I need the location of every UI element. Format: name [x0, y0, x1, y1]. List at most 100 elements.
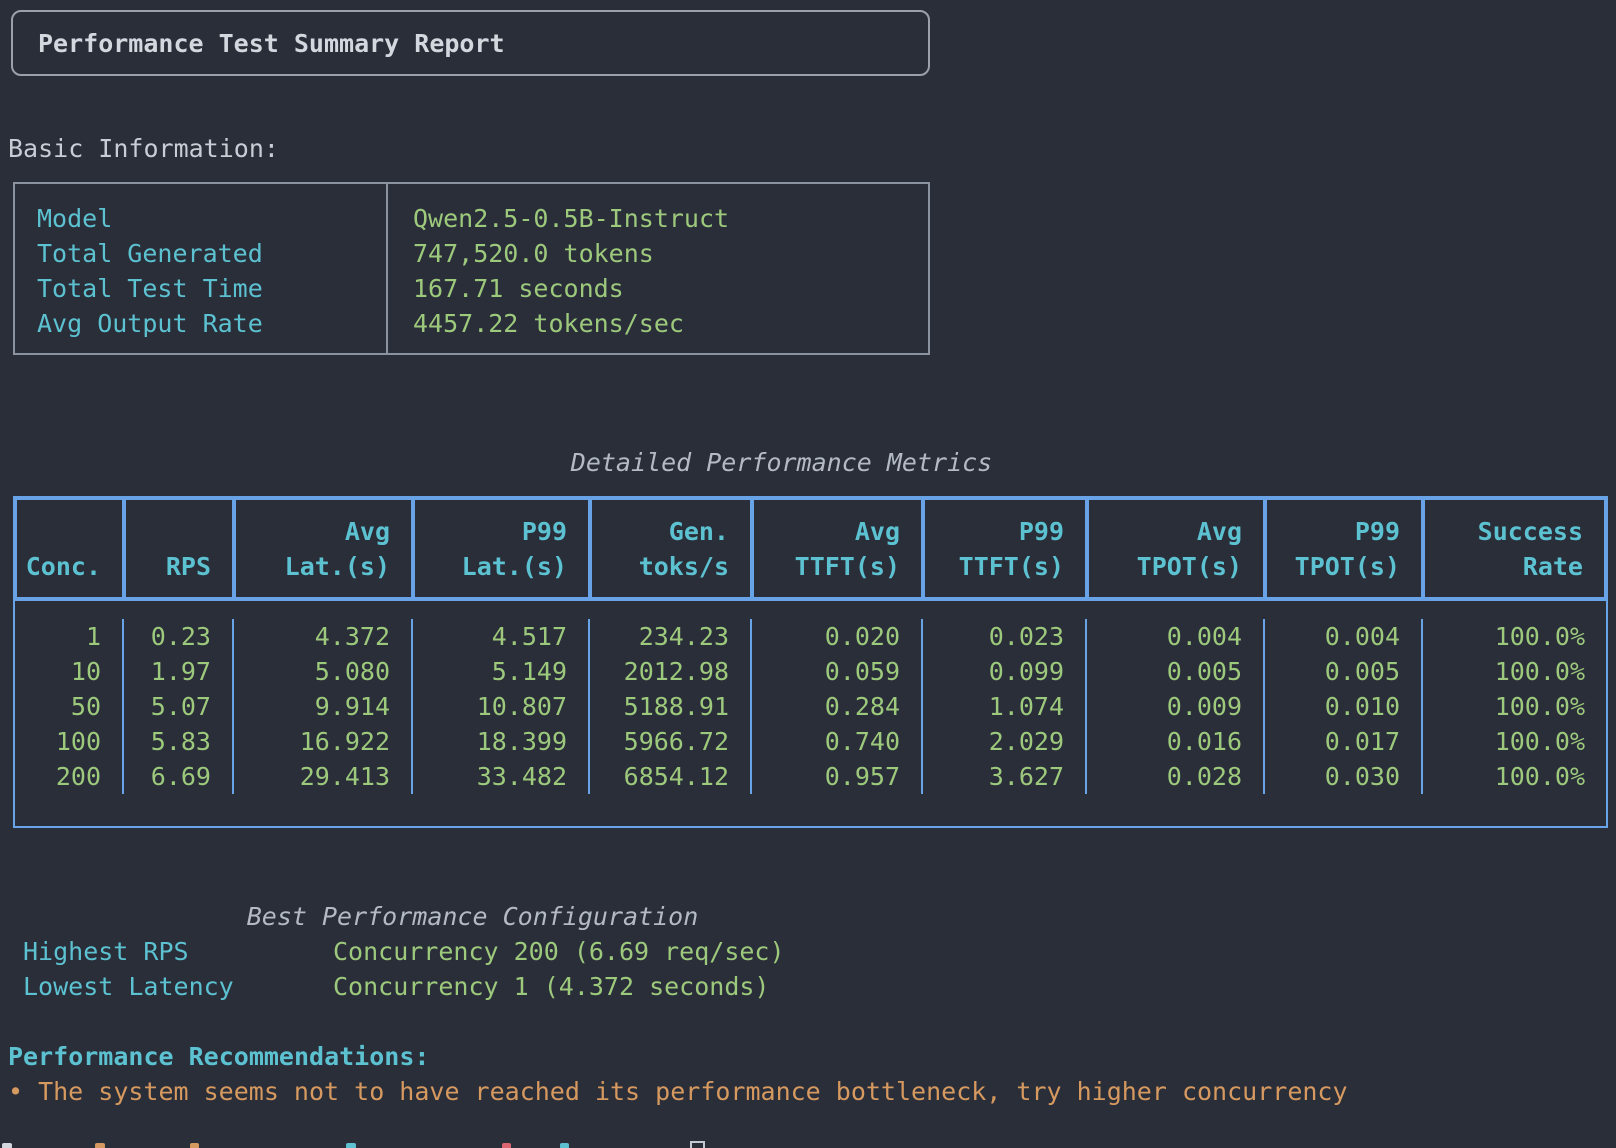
- metrics-table-body: 10.234.3724.517234.230.0200.0230.0040.00…: [13, 601, 1608, 828]
- metrics-cell: 1.97: [124, 654, 234, 689]
- table-row: 101.975.0805.1492012.980.0590.0990.0050.…: [15, 654, 1606, 689]
- metrics-cell: 0.017: [1265, 724, 1423, 759]
- metrics-cell: 5.83: [124, 724, 234, 759]
- basic-info-value: 747,520.0 tokens: [413, 236, 928, 271]
- metrics-cell: 100.0%: [1423, 619, 1606, 654]
- clipped-terminal-line: [0, 1140, 1616, 1148]
- recommendations-list: • The system seems not to have reached it…: [8, 1074, 1348, 1109]
- best-config-value: Concurrency 1 (4.372 seconds): [333, 969, 770, 1004]
- basic-info-table: ModelTotal GeneratedTotal Test TimeAvg O…: [13, 182, 930, 355]
- metrics-cell: 16.922: [234, 724, 413, 759]
- metrics-cell: 5188.91: [590, 689, 752, 724]
- best-config-table: Highest RPSConcurrency 200 (6.69 req/sec…: [0, 934, 1100, 1004]
- metrics-cell: 18.399: [413, 724, 590, 759]
- terminal-screen: Performance Test Summary Report Basic In…: [0, 0, 1616, 1148]
- recommendation-item: • The system seems not to have reached it…: [8, 1074, 1348, 1109]
- metrics-cell: 0.004: [1265, 619, 1423, 654]
- metrics-header-cell: Avg TPOT(s): [1089, 500, 1267, 597]
- metrics-cell: 234.23: [590, 619, 752, 654]
- metrics-cell: 1.074: [923, 689, 1087, 724]
- metrics-header-cell: P99 Lat.(s): [415, 500, 592, 597]
- report-title-box: Performance Test Summary Report: [11, 10, 930, 76]
- metrics-cell: 4.517: [413, 619, 590, 654]
- metrics-cell: 100.0%: [1423, 689, 1606, 724]
- metrics-header-label: Avg TPOT(s): [1137, 514, 1242, 584]
- metrics-header-cell: Gen. toks/s: [592, 500, 754, 597]
- table-row: 505.079.91410.8075188.910.2841.0740.0090…: [15, 689, 1606, 724]
- metrics-header-label: Success Rate: [1478, 514, 1583, 584]
- metrics-cell: 9.914: [234, 689, 413, 724]
- basic-info-value: Qwen2.5-0.5B-Instruct: [413, 201, 928, 236]
- clipped-text-fragment: [95, 1143, 105, 1148]
- metrics-cell: 0.099: [923, 654, 1087, 689]
- metrics-header-cell: Conc.: [17, 500, 126, 597]
- basic-info-value: 4457.22 tokens/sec: [413, 306, 928, 341]
- metrics-header-cell: Success Rate: [1425, 500, 1604, 597]
- metrics-cell: 0.005: [1087, 654, 1265, 689]
- metrics-header-label: Gen. toks/s: [639, 514, 729, 584]
- clipped-text-fragment: [502, 1143, 511, 1148]
- metrics-cell: 100.0%: [1423, 724, 1606, 759]
- metrics-cell: 2012.98: [590, 654, 752, 689]
- table-row: 1005.8316.92218.3995966.720.7402.0290.01…: [15, 724, 1606, 759]
- metrics-cell: 0.004: [1087, 619, 1265, 654]
- metrics-header-label: Conc.: [26, 549, 101, 584]
- metrics-cell: 0.030: [1265, 759, 1423, 794]
- recommendations-heading: Performance Recommendations:: [8, 1039, 429, 1074]
- metrics-cell: 6.69: [124, 759, 234, 794]
- metrics-header-cell: P99 TTFT(s): [925, 500, 1089, 597]
- basic-info-label: Model: [37, 201, 386, 236]
- metrics-cell: 0.005: [1265, 654, 1423, 689]
- metrics-cell: 0.023: [923, 619, 1087, 654]
- basic-info-labels: ModelTotal GeneratedTotal Test TimeAvg O…: [15, 184, 388, 353]
- metrics-cell: 0.740: [752, 724, 923, 759]
- best-config-row: Lowest LatencyConcurrency 1 (4.372 secon…: [0, 969, 1100, 1004]
- basic-info-values: Qwen2.5-0.5B-Instruct747,520.0 tokens167…: [388, 184, 928, 353]
- metrics-header-label: P99 TTFT(s): [959, 514, 1064, 584]
- metrics-cell: 0.009: [1087, 689, 1265, 724]
- metrics-cell: 1: [15, 619, 124, 654]
- basic-info-label: Total Test Time: [37, 271, 386, 306]
- metrics-cell: 0.020: [752, 619, 923, 654]
- metrics-cell: 3.627: [923, 759, 1087, 794]
- metrics-header-label: Avg Lat.(s): [285, 514, 390, 584]
- clipped-text-fragment: [560, 1143, 569, 1148]
- table-row: 10.234.3724.517234.230.0200.0230.0040.00…: [15, 619, 1606, 654]
- report-title: Performance Test Summary Report: [13, 26, 505, 61]
- metrics-header-cell: Avg Lat.(s): [236, 500, 415, 597]
- metrics-cell: 50: [15, 689, 124, 724]
- metrics-table-header: Conc. RPS Avg Lat.(s) P99 Lat.(s) Gen. toks/…: [13, 496, 1608, 601]
- clipped-text-fragment: [2, 1143, 12, 1148]
- basic-info-label: Avg Output Rate: [37, 306, 386, 341]
- best-config-label: Lowest Latency: [0, 969, 333, 1004]
- metrics-cell: 5.07: [124, 689, 234, 724]
- metrics-cell: 0.059: [752, 654, 923, 689]
- metrics-cell: 0.23: [124, 619, 234, 654]
- table-row: 2006.6929.41333.4826854.120.9573.6270.02…: [15, 759, 1606, 794]
- basic-info-heading: Basic Information:: [8, 131, 279, 166]
- metrics-cell: 100.0%: [1423, 759, 1606, 794]
- metrics-cell: 6854.12: [590, 759, 752, 794]
- basic-info-value: 167.71 seconds: [413, 271, 928, 306]
- metrics-cell: 0.010: [1265, 689, 1423, 724]
- bullet-icon: •: [8, 1077, 23, 1106]
- metrics-header-label: P99 Lat.(s): [462, 514, 567, 584]
- recommendation-text: The system seems not to have reached its…: [38, 1077, 1347, 1106]
- best-config-label: Highest RPS: [0, 934, 333, 969]
- best-config-title: Best Performance Configuration: [0, 899, 945, 934]
- metrics-header-label: RPS: [166, 549, 211, 584]
- metrics-cell: 33.482: [413, 759, 590, 794]
- best-config-value: Concurrency 200 (6.69 req/sec): [333, 934, 785, 969]
- metrics-cell: 2.029: [923, 724, 1087, 759]
- metrics-table-title: Detailed Performance Metrics: [13, 445, 1550, 480]
- metrics-cell: 0.016: [1087, 724, 1265, 759]
- metrics-cell: 0.028: [1087, 759, 1265, 794]
- metrics-cell: 5966.72: [590, 724, 752, 759]
- metrics-cell: 10: [15, 654, 124, 689]
- metrics-cell: 100: [15, 724, 124, 759]
- metrics-header-label: P99 TPOT(s): [1295, 514, 1400, 584]
- metrics-cell: 0.284: [752, 689, 923, 724]
- metrics-header-cell: P99 TPOT(s): [1267, 500, 1425, 597]
- metrics-cell: 29.413: [234, 759, 413, 794]
- metrics-cell: 5.149: [413, 654, 590, 689]
